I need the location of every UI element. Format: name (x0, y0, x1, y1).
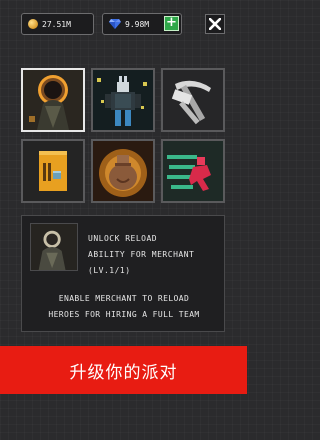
upgrade-title: UNLOCK RELOAD ABILITY FOR MERCHANT (LV.1… (88, 234, 195, 275)
coin-amount: 27.51M (42, 19, 71, 29)
document-icon (23, 141, 83, 201)
merchant-icon (31, 224, 77, 270)
close-button[interactable] (205, 14, 225, 34)
add-gems-button[interactable]: + (164, 16, 179, 31)
promo-banner: 升级你的派对 (0, 346, 247, 394)
coin-balance: 27.51M (21, 13, 94, 35)
hammer-pickaxe-icon (163, 70, 223, 130)
hero-icon (93, 70, 153, 130)
selected-upgrade-thumbnail (30, 223, 78, 271)
upgrade-tile-document[interactable] (21, 139, 85, 203)
upgrade-tile-tools[interactable] (161, 68, 225, 132)
runner-icon (163, 141, 223, 201)
loot-bag-icon (93, 141, 153, 201)
gem-icon (109, 19, 121, 29)
upgrade-info-panel: UNLOCK RELOAD ABILITY FOR MERCHANT (LV.1… (21, 215, 225, 332)
gem-balance: 9.98M + (102, 13, 182, 35)
upgrade-tile-runner[interactable] (161, 139, 225, 203)
gem-amount: 9.98M (125, 19, 150, 29)
upgrade-tile-hero[interactable] (91, 68, 155, 132)
upgrade-tile-merchant[interactable] (21, 68, 85, 132)
merchant-icon (23, 70, 83, 130)
close-icon (209, 18, 221, 30)
upgrade-description: ENABLE MERCHANT TO RELOAD HEROES FOR HIR… (48, 294, 200, 319)
upgrade-tile-loot-bag[interactable] (91, 139, 155, 203)
coin-icon (28, 19, 38, 29)
